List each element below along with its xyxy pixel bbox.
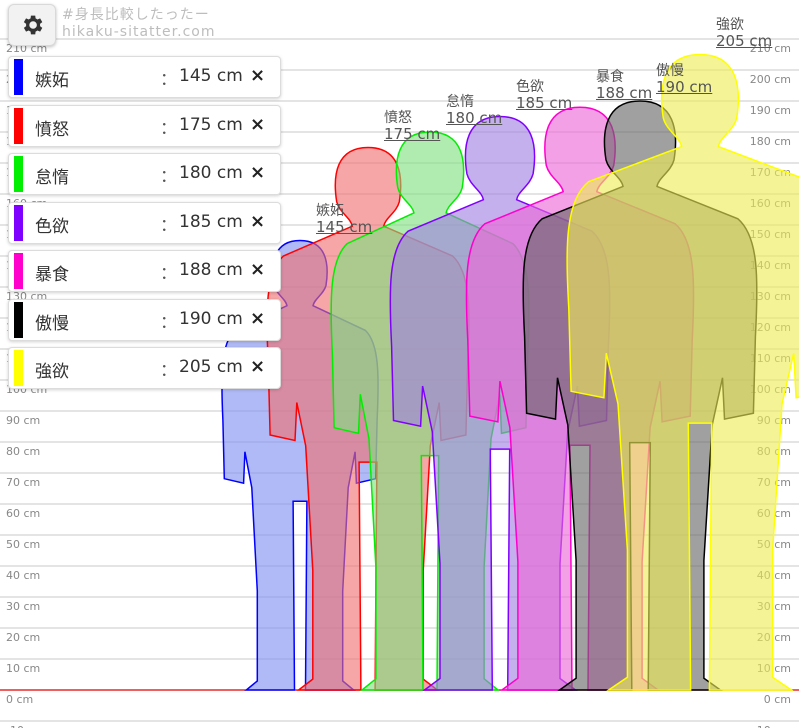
figure-label: 傲慢 190 cm [656,63,712,95]
separator-colon: ： [160,215,177,236]
figure-label-height: 185 cm [516,93,573,112]
figure-label-name: 色欲 [516,78,544,95]
separator-colon: ： [160,167,177,187]
separator-colon: ： [160,264,177,284]
character-name: 強欲 [35,362,69,382]
separator-colon: ： [160,361,177,381]
remove-icon[interactable]: × [250,65,265,86]
color-swatch [14,253,23,289]
remove-icon[interactable]: × [250,114,265,135]
gear-icon [23,15,43,35]
figure-label-height: 188 cm [596,84,653,103]
figure-label-name: 暴食 [596,69,624,86]
character-name: 怠惰 [35,168,69,188]
character-height: 145 cm [179,66,243,86]
character-name: 傲慢 [35,313,69,334]
color-swatch [14,156,23,192]
color-swatch [14,59,23,95]
character-height: 185 cm [179,211,243,232]
color-swatch [14,301,23,338]
character-row[interactable]: 強欲 ： 205 cm × [8,347,281,389]
settings-button[interactable] [8,4,56,46]
figure-label-name: 憤怒 [384,109,412,126]
figure-label-height: 145 cm [316,217,373,236]
character-height: 188 cm [179,260,243,280]
color-swatch [14,350,23,386]
figure-label-height: 175 cm [384,124,441,143]
separator-colon: ： [160,118,177,139]
separator-colon: ： [160,312,177,333]
figure-label: 色欲 185 cm [516,79,572,111]
remove-icon[interactable]: × [250,356,265,377]
remove-icon[interactable]: × [250,211,265,232]
figure-label-name: 嫉妬 [316,202,344,219]
character-row[interactable]: 嫉妬 ： 145 cm × [8,56,281,98]
character-row[interactable]: 傲慢 ： 190 cm × [8,298,281,341]
figure-label-height: 190 cm [656,78,713,96]
character-height: 180 cm [179,163,243,183]
figure-label: 憤怒 175 cm [384,110,440,142]
character-height: 175 cm [179,114,243,135]
figure-label: 暴食 188 cm [596,69,652,101]
figure-label-name: 怠惰 [446,94,474,110]
remove-icon[interactable]: × [250,259,265,280]
character-list: 嫉妬： 145 cm × 憤怒： 175 cm × 怠惰： 180 cm × 色欲： 185 cm ×… [8,56,281,396]
character-row[interactable]: 色欲 ： 185 cm × [8,201,281,244]
character-height: 205 cm [179,357,243,377]
figure-label: 嫉妬 145 cm [316,203,372,235]
watermark-site: hikaku-sitatter.com [62,24,216,40]
watermark: #身長比較したったー hikaku-sitatter.com [62,7,215,41]
color-swatch [14,204,23,241]
watermark-hashtag: #身長比較したったー [62,7,210,23]
figure-label: 強欲 205 cm [716,17,772,49]
color-swatch [14,107,23,144]
character-height: 190 cm [179,308,243,329]
figure-label-name: 傲慢 [656,63,684,79]
character-name: 色欲 [35,216,69,237]
figure-label-height: 180 cm [446,109,503,127]
figure-label: 怠惰 180 cm [446,94,502,126]
remove-icon[interactable]: × [250,162,265,183]
character-name: 暴食 [35,265,69,285]
separator-colon: ： [160,70,177,90]
character-row[interactable]: 怠惰 ： 180 cm × [8,153,281,195]
figure-label-name: 強欲 [716,16,744,33]
character-row[interactable]: 憤怒 ： 175 cm × [8,104,281,147]
character-row[interactable]: 暴食 ： 188 cm × [8,250,281,292]
character-name: 嫉妬 [35,71,69,91]
remove-icon[interactable]: × [250,308,265,329]
character-name: 憤怒 [35,119,69,140]
figure-label-height: 205 cm [716,31,773,50]
